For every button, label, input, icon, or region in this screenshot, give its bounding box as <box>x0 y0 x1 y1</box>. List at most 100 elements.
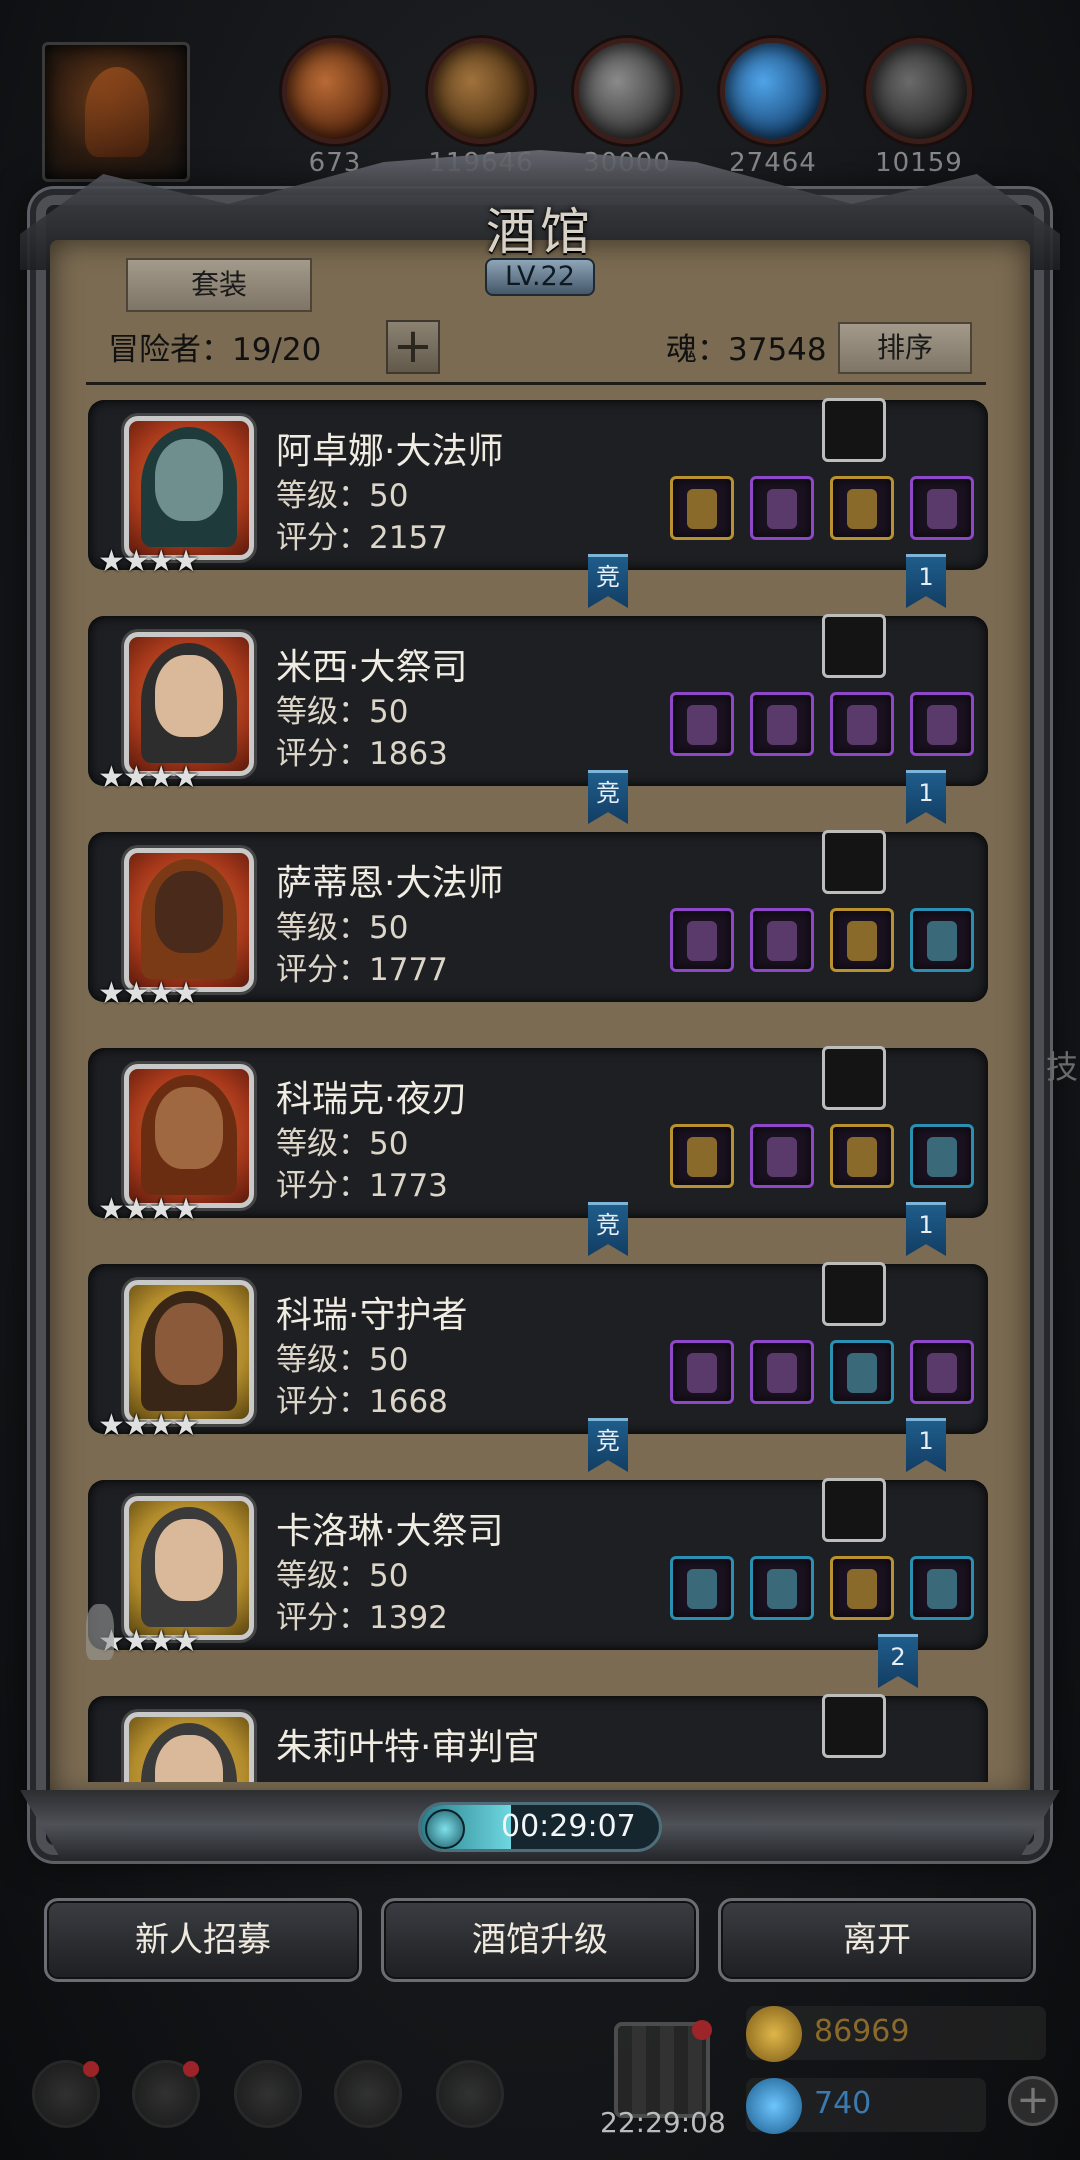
team-ribbon: 1 <box>906 1418 946 1472</box>
settings-icon[interactable] <box>32 2060 100 2128</box>
equipment-slot[interactable] <box>750 1124 814 1188</box>
resource-crystal[interactable]: 27464 <box>718 38 828 178</box>
gem-value: 740 <box>814 2086 872 2121</box>
equipment-item-icon <box>767 705 797 745</box>
equipment-slot[interactable] <box>910 692 974 756</box>
equipment-item-icon <box>847 1569 877 1609</box>
leave-button[interactable]: 离开 <box>718 1898 1036 1982</box>
hero-face <box>155 1087 223 1169</box>
accessory-slot[interactable] <box>822 1694 886 1758</box>
equipment-slot[interactable] <box>750 908 814 972</box>
hero-list[interactable]: ★★★★ 阿卓娜·大法师 等级：50 评分：2157 竞 1 ★★★★ 米西·大祭司 等级：50… <box>80 392 1000 1782</box>
team-ribbon: 1 <box>906 1202 946 1256</box>
hero-avatar[interactable] <box>124 632 254 776</box>
sort-button[interactable]: 排序 <box>838 322 972 374</box>
equipment-item-icon <box>687 489 717 529</box>
player-portrait[interactable] <box>42 42 190 182</box>
hero-name: 阿卓娜·大法师 <box>276 431 504 472</box>
accessory-slot[interactable] <box>822 830 886 894</box>
hero-stars: ★★★★ <box>98 760 200 795</box>
equipment-slot[interactable] <box>670 476 734 540</box>
hero-stars: ★★★★ <box>98 544 200 579</box>
map-icon[interactable] <box>436 2060 504 2128</box>
equipment-item-icon <box>767 489 797 529</box>
equipment-slot[interactable] <box>910 908 974 972</box>
arena-ribbon: 竞 <box>588 1418 628 1472</box>
meat-icon <box>282 38 388 144</box>
equipment-slot[interactable] <box>910 1124 974 1188</box>
gold-value: 86969 <box>814 2014 910 2049</box>
soul-count: 魂：37548 <box>666 332 827 368</box>
forge-icon[interactable] <box>234 2060 302 2128</box>
side-tab-label[interactable]: 技 <box>1046 1042 1078 1088</box>
equipment-slot[interactable] <box>750 476 814 540</box>
recruit-button[interactable]: 新人招募 <box>44 1898 362 1982</box>
hero-card[interactable]: ★★★★ 卡洛琳·大祭司 等级：50 评分：1392 2 <box>88 1472 988 1688</box>
equipment-slot[interactable] <box>830 692 894 756</box>
adventurer-count: 冒险者：19/20 <box>108 332 322 368</box>
equipment-slot[interactable] <box>830 908 894 972</box>
equipment-slot[interactable] <box>830 476 894 540</box>
equipment-slot[interactable] <box>830 1556 894 1620</box>
hero-face <box>155 1303 223 1385</box>
equipment-item-icon <box>767 921 797 961</box>
hero-avatar[interactable] <box>124 1496 254 1640</box>
equipment-item-icon <box>687 1353 717 1393</box>
resource-stone[interactable]: 10159 <box>864 38 974 178</box>
hero-stars: ★★★★ <box>98 1408 200 1443</box>
achievement-icon[interactable] <box>132 2060 200 2128</box>
iron-icon <box>574 38 680 144</box>
equipment-slot[interactable] <box>830 1340 894 1404</box>
equipment-slot[interactable] <box>910 476 974 540</box>
hero-face <box>155 1519 223 1601</box>
equipment-slot[interactable] <box>750 1340 814 1404</box>
equipment-slot[interactable] <box>670 692 734 756</box>
notification-dot <box>83 2061 99 2077</box>
hero-card[interactable]: 朱莉叶特·审判官 <box>88 1688 988 1782</box>
hero-avatar[interactable] <box>124 1064 254 1208</box>
equipment-slot[interactable] <box>670 908 734 972</box>
equipment-slot[interactable] <box>670 1340 734 1404</box>
hero-card[interactable]: ★★★★ 萨蒂恩·大法师 等级：50 评分：1777 <box>88 824 988 1040</box>
suit-button[interactable]: 套装 <box>126 258 312 312</box>
upgrade-tavern-button[interactable]: 酒馆升级 <box>381 1898 699 1982</box>
add-currency-button[interactable]: + <box>1008 2076 1058 2126</box>
team-ribbon: 1 <box>906 554 946 608</box>
gift-box-icon[interactable] <box>614 2020 712 2118</box>
accessory-slot[interactable] <box>822 1478 886 1542</box>
accessory-slot[interactable] <box>822 398 886 462</box>
accessory-slot[interactable] <box>822 1046 886 1110</box>
equipment-slot[interactable] <box>670 1556 734 1620</box>
equipment-slot[interactable] <box>750 692 814 756</box>
equipment-slot[interactable] <box>750 1556 814 1620</box>
hero-avatar[interactable] <box>124 1280 254 1424</box>
hero-card[interactable]: ★★★★ 米西·大祭司 等级：50 评分：1863 竞 1 <box>88 608 988 824</box>
equipment-slot[interactable] <box>830 1124 894 1188</box>
notification-dot <box>692 2020 712 2040</box>
hero-card[interactable]: ★★★★ 科瑞·守护者 等级：50 评分：1668 竞 1 <box>88 1256 988 1472</box>
equipment-item-icon <box>687 1569 717 1609</box>
page-title: 酒馆 <box>486 203 594 261</box>
equipment-slot[interactable] <box>670 1124 734 1188</box>
hero-name: 朱莉叶特·审判官 <box>276 1727 540 1768</box>
hero-avatar[interactable] <box>124 416 254 560</box>
hero-level: 等级：50 <box>276 478 409 514</box>
hero-card[interactable]: ★★★★ 阿卓娜·大法师 等级：50 评分：2157 竞 1 <box>88 392 988 608</box>
add-slot-button[interactable]: + <box>386 320 440 374</box>
hero-level: 等级：50 <box>276 1558 409 1594</box>
mail-icon[interactable] <box>334 2060 402 2128</box>
hero-level: 等级：50 <box>276 910 409 946</box>
resource-meat[interactable]: 673 <box>280 38 390 178</box>
equipment-slot[interactable] <box>910 1556 974 1620</box>
equipment-slot[interactable] <box>910 1340 974 1404</box>
accessory-slot[interactable] <box>822 1262 886 1326</box>
hero-card[interactable]: ★★★★ 科瑞克·夜刃 等级：50 评分：1773 竞 1 <box>88 1040 988 1256</box>
equipment-item-icon <box>927 921 957 961</box>
stone-icon <box>866 38 972 144</box>
hero-avatar[interactable] <box>124 848 254 992</box>
accessory-slot[interactable] <box>822 614 886 678</box>
hero-avatar[interactable] <box>124 1712 254 1782</box>
hero-score: 评分：1863 <box>276 736 448 772</box>
hero-name: 卡洛琳·大祭司 <box>276 1511 504 1552</box>
hero-face <box>155 655 223 737</box>
